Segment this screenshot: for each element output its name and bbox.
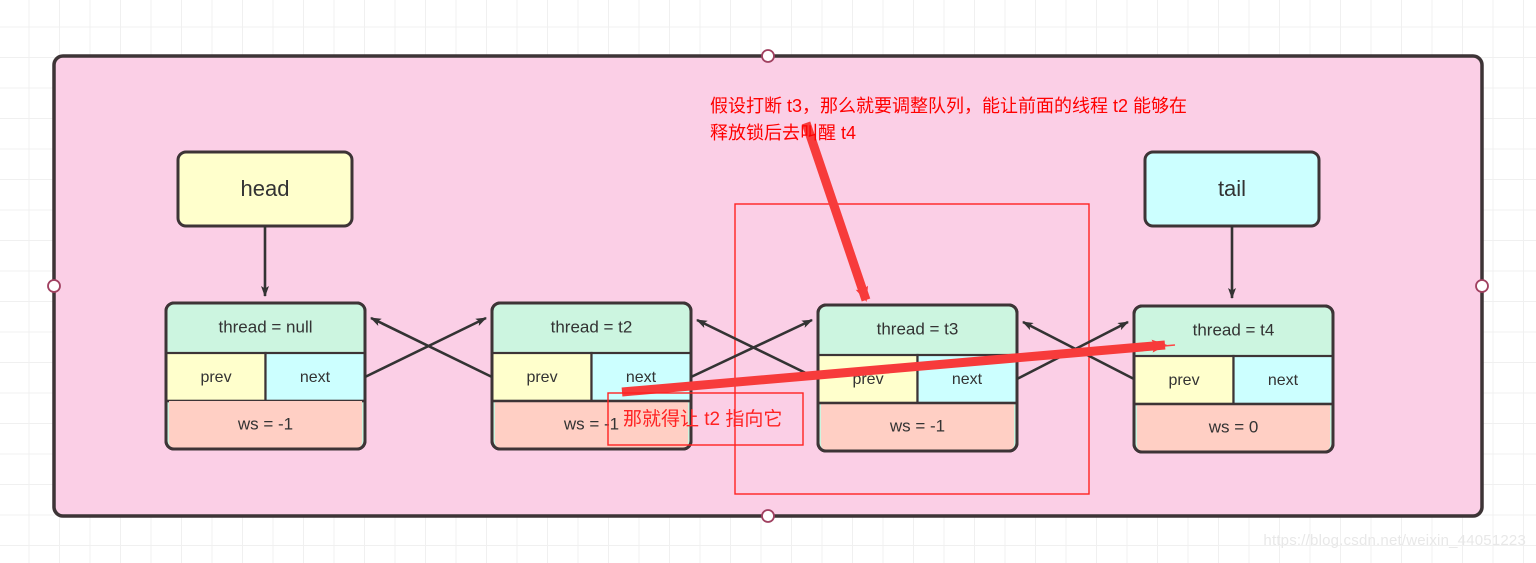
node-t2-prev-label: prev bbox=[526, 369, 557, 386]
boxed-annotation-label: 那就得让 t2 指向它 bbox=[623, 408, 782, 430]
node-t3-next-label: next bbox=[952, 371, 983, 388]
diagram-canvas: head tail thread = null prev next ws = -… bbox=[0, 0, 1536, 563]
aqs-queue-diagram: head tail thread = null prev next ws = -… bbox=[47, 49, 1489, 523]
node-t3[interactable]: thread = t3 prev next ws = -1 bbox=[816, 303, 1019, 453]
resize-handle-top[interactable] bbox=[761, 49, 775, 63]
node-head[interactable]: thread = null prev next ws = -1 bbox=[164, 301, 367, 451]
tail-box[interactable]: tail bbox=[1143, 150, 1321, 228]
node-head-next-label: next bbox=[300, 369, 331, 386]
head-box[interactable]: head bbox=[176, 150, 354, 228]
node-t3-ws-label: ws = -1 bbox=[889, 416, 945, 435]
node-t4[interactable]: thread = t4 prev next ws = 0 bbox=[1132, 304, 1335, 454]
resize-handle-left[interactable] bbox=[47, 279, 61, 293]
node-head-thread-label: thread = null bbox=[218, 317, 312, 336]
node-t2-thread-label: thread = t2 bbox=[551, 317, 633, 336]
node-head-ws-label: ws = -1 bbox=[237, 414, 293, 433]
watermark-text: https://blog.csdn.net/weixin_44051223 bbox=[1263, 532, 1526, 549]
node-t4-thread-label: thread = t4 bbox=[1193, 320, 1275, 339]
node-t4-prev-label: prev bbox=[1168, 372, 1199, 389]
resize-handle-bottom[interactable] bbox=[761, 509, 775, 523]
node-t3-thread-label: thread = t3 bbox=[877, 319, 959, 338]
node-t4-next-label: next bbox=[1268, 372, 1299, 389]
node-head-prev-label: prev bbox=[200, 369, 231, 386]
head-box-label: head bbox=[241, 176, 290, 201]
node-t4-ws-label: ws = 0 bbox=[1208, 417, 1259, 436]
node-t2-ws-label: ws = -1 bbox=[563, 414, 619, 433]
main-annotation-line-2: 释放锁后去叫醒 t4 bbox=[710, 123, 856, 143]
resize-handle-right[interactable] bbox=[1475, 279, 1489, 293]
node-t2-next-label: next bbox=[626, 369, 657, 386]
tail-box-label: tail bbox=[1218, 176, 1246, 201]
main-annotation-line-1: 假设打断 t3，那么就要调整队列，能让前面的线程 t2 能够在 bbox=[710, 96, 1187, 116]
